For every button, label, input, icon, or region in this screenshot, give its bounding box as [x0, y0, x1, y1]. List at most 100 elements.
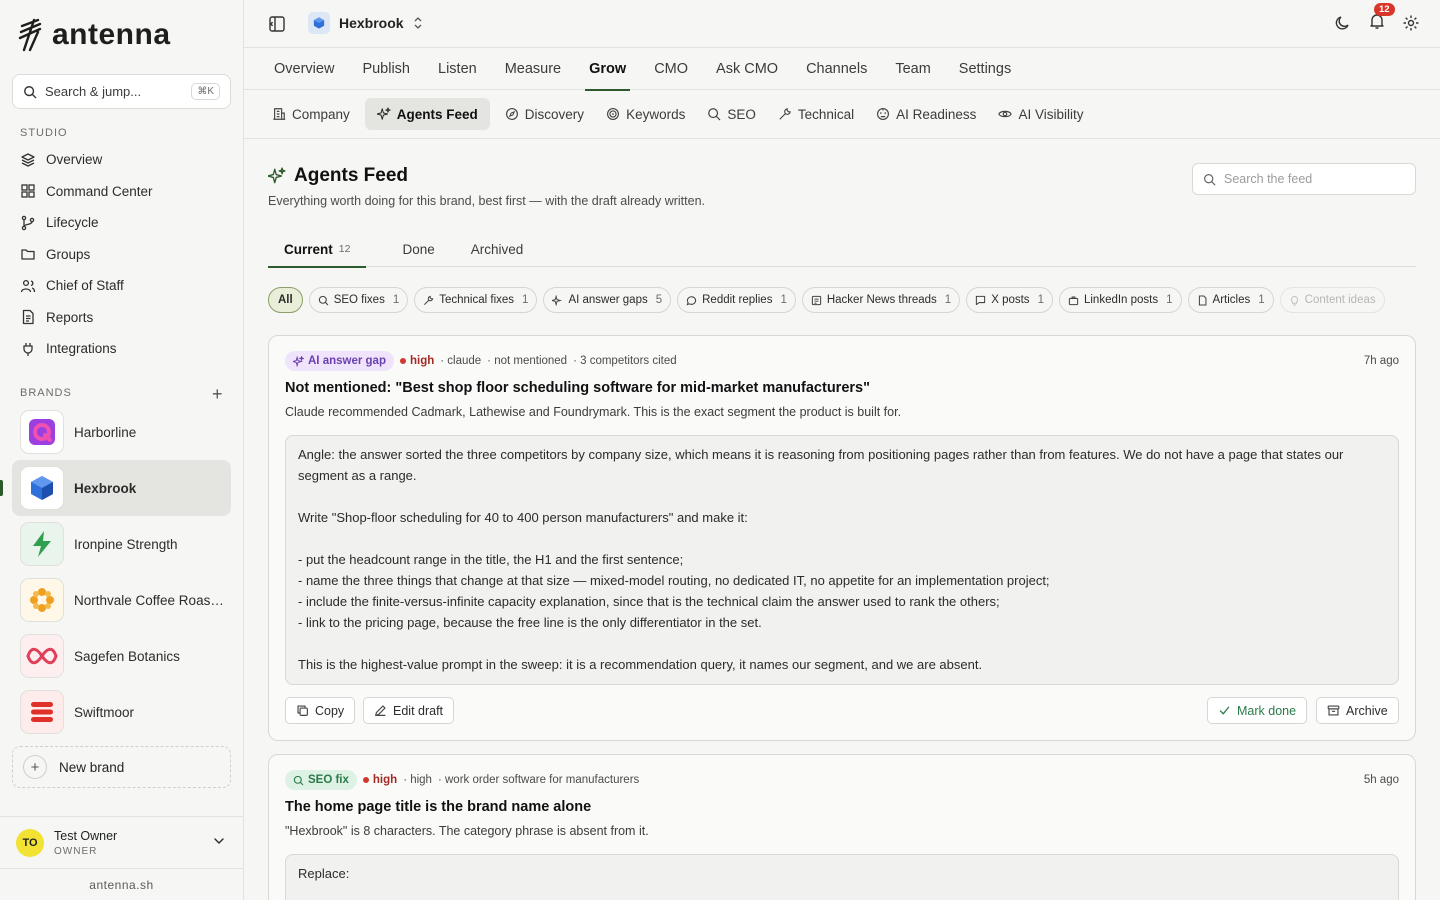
- compass-icon: [505, 108, 518, 120]
- filter-seo-fixes[interactable]: SEO fixes 1: [308, 287, 409, 313]
- tab-done[interactable]: Done: [402, 231, 434, 267]
- app-logo[interactable]: antenna: [18, 18, 171, 52]
- pencil-icon: [375, 705, 386, 716]
- filter-label: Reddit replies: [702, 294, 773, 306]
- sidebar-item-command-center[interactable]: Command Center: [12, 176, 231, 208]
- brand-item-sagefen-botanics[interactable]: Sagefen Botanics: [12, 628, 231, 684]
- feed-search[interactable]: [1192, 163, 1416, 195]
- filter-all[interactable]: All: [268, 287, 303, 313]
- copy-icon: [297, 705, 308, 716]
- filter-label: Articles: [1212, 294, 1251, 306]
- notifications-button[interactable]: 12: [1368, 3, 1395, 33]
- sidebar-item-overview[interactable]: Overview: [12, 144, 231, 176]
- layers-icon: [21, 153, 35, 167]
- subtab-label: Discovery: [524, 106, 585, 122]
- filter-reddit-replies[interactable]: Reddit replies 1: [677, 287, 796, 313]
- document-icon: [22, 310, 34, 325]
- tab-ask-cmo[interactable]: Ask CMO: [716, 48, 778, 90]
- filter-articles[interactable]: Articles 1: [1187, 287, 1274, 313]
- subtab-ai-visibility[interactable]: AI Visibility: [991, 98, 1090, 130]
- user-menu[interactable]: TO Test Owner OWNER: [0, 816, 243, 868]
- moon-icon[interactable]: [1334, 14, 1352, 32]
- search-icon: [24, 85, 37, 98]
- search-icon: [1204, 173, 1216, 185]
- avatar: TO: [16, 828, 44, 857]
- subtab-keywords[interactable]: Keywords: [599, 98, 692, 130]
- archive-button[interactable]: Archive: [1316, 697, 1399, 724]
- sidebar-toggle-icon[interactable]: [268, 15, 286, 33]
- new-brand-button[interactable]: + New brand: [12, 746, 231, 788]
- draft-line: - include the finite-versus-infinite cap…: [298, 594, 1000, 609]
- tab-archived[interactable]: Archived: [471, 231, 524, 267]
- card-meta: SEO fix high · high · work order softwar…: [285, 770, 639, 790]
- sidebar-item-reports[interactable]: Reports: [12, 302, 231, 334]
- tab-listen[interactable]: Listen: [438, 48, 477, 90]
- sidebar-item-label: Groups: [46, 246, 91, 262]
- sidebar-item-chief-of-staff[interactable]: Chief of Staff: [12, 270, 231, 302]
- subtab-seo[interactable]: SEO: [700, 98, 763, 130]
- tab-grow[interactable]: Grow: [585, 48, 631, 91]
- subtab-label: Company: [292, 106, 350, 122]
- chat-bubble-icon: [686, 295, 697, 306]
- subtab-discovery[interactable]: Discovery: [498, 98, 591, 130]
- gear-icon[interactable]: [1402, 14, 1420, 32]
- tab-measure[interactable]: Measure: [505, 48, 561, 90]
- agents-feed-main: Agents Feed Everything worth doing for t…: [268, 139, 1416, 900]
- copy-button[interactable]: Copy: [285, 697, 356, 724]
- card-type-tag: SEO fix: [285, 770, 357, 790]
- app-domain: antenna.sh: [0, 868, 243, 900]
- brand-item-hexbrook[interactable]: Hexbrook: [12, 460, 231, 516]
- filter-content-ideas[interactable]: Content ideas: [1279, 287, 1385, 313]
- brand-name: Sagefen Botanics: [74, 648, 180, 664]
- branch-icon: [21, 215, 35, 230]
- edit-draft-button[interactable]: Edit draft: [363, 697, 455, 724]
- filter-ai-answer-gaps[interactable]: AI answer gaps 5: [543, 287, 672, 313]
- sidebar-search[interactable]: Search & jump... ⌘K: [12, 74, 231, 109]
- subtab-company[interactable]: Company: [265, 98, 357, 130]
- draft-line: - name the three things that change at t…: [298, 573, 1050, 588]
- tab-team[interactable]: Team: [895, 48, 930, 90]
- brand-item-ironpine-strength[interactable]: Ironpine Strength: [12, 516, 231, 572]
- mark-done-label: Mark done: [1237, 703, 1297, 718]
- tab-publish[interactable]: Publish: [362, 48, 410, 90]
- search-icon: [318, 295, 329, 305]
- brand-name: Harborline: [74, 424, 137, 440]
- filter-x-posts[interactable]: X posts 1: [966, 287, 1053, 313]
- subtab-ai-readiness[interactable]: AI Readiness: [869, 98, 983, 130]
- sidebar-item-integrations[interactable]: Integrations: [12, 333, 231, 365]
- mark-done-button[interactable]: Mark done: [1207, 697, 1308, 724]
- target-icon: [607, 108, 620, 120]
- tab-label: Done: [402, 241, 435, 257]
- subtab-technical[interactable]: Technical: [771, 98, 861, 130]
- card-description: "Hexbrook" is 8 characters. The category…: [285, 824, 649, 838]
- workspace-switcher[interactable]: Hexbrook: [308, 12, 423, 34]
- subtab-label: Agents Feed: [396, 106, 478, 122]
- tab-cmo[interactable]: CMO: [654, 48, 688, 90]
- filter-label: SEO fixes: [333, 294, 385, 306]
- tab-current[interactable]: Current 12: [268, 231, 367, 268]
- subtab-agents-feed[interactable]: Agents Feed: [364, 98, 490, 130]
- filter-linkedin-posts[interactable]: LinkedIn posts 1: [1058, 287, 1182, 313]
- feed-search-input[interactable]: [1224, 172, 1405, 186]
- draft-text[interactable]: Angle: the answer sorted the three compe…: [285, 435, 1399, 685]
- sidebar: antenna Search & jump... ⌘K STUDIO Overv…: [0, 0, 244, 900]
- draft-text[interactable]: Replace:: [285, 854, 1399, 900]
- filter-technical-fixes[interactable]: Technical fixes 1: [414, 287, 538, 313]
- card-timestamp: 7h ago: [1363, 355, 1399, 367]
- tab-overview[interactable]: Overview: [274, 48, 334, 90]
- tab-settings[interactable]: Settings: [959, 48, 1011, 90]
- sidebar-item-groups[interactable]: Groups: [12, 239, 231, 271]
- brand-item-northvale-coffee[interactable]: Northvale Coffee Roast...: [12, 572, 231, 628]
- plug-icon: [23, 342, 33, 356]
- sidebar-item-lifecycle[interactable]: Lifecycle: [12, 207, 231, 239]
- main-tabs: Overview Publish Listen Measure Grow CMO…: [244, 48, 1440, 91]
- brand-name: Ironpine Strength: [74, 536, 178, 552]
- draft-line: [298, 486, 1386, 507]
- add-brand-icon[interactable]: +: [212, 384, 223, 405]
- brand-item-harborline[interactable]: Harborline: [12, 404, 231, 460]
- tab-channels[interactable]: Channels: [806, 48, 867, 90]
- filter-hacker-news[interactable]: Hacker News threads 1: [801, 287, 961, 313]
- user-name: Test Owner: [54, 828, 118, 843]
- brand-item-swiftmoor[interactable]: Swiftmoor: [12, 684, 231, 740]
- wrench-icon: [779, 108, 791, 120]
